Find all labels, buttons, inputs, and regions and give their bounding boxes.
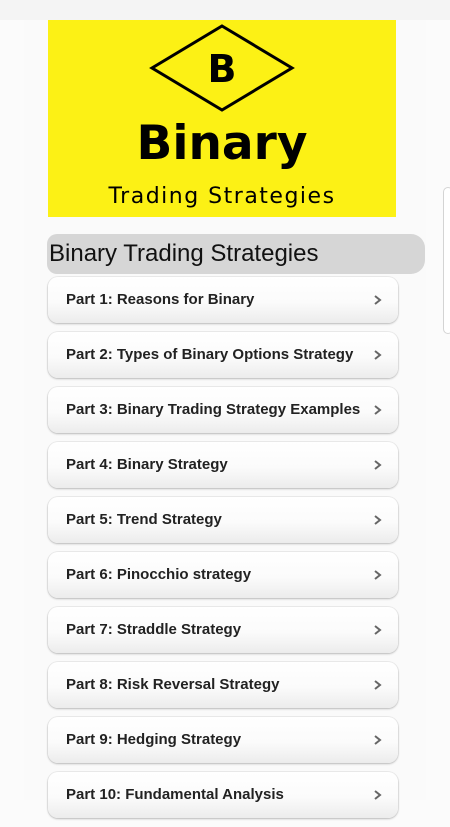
menu-item-part-8[interactable]: Part 8: Risk Reversal Strategy (48, 662, 398, 708)
chevron-right-icon (374, 680, 382, 690)
menu-item-part-1[interactable]: Part 1: Reasons for Binary (48, 277, 398, 323)
banner-image: B Binary Trading Strategies (48, 20, 396, 217)
banner-subtitle: Trading Strategies (108, 184, 336, 209)
menu-item-label: Part 2: Types of Binary Options Strategy (66, 346, 354, 363)
diamond-logo-icon: B (149, 24, 295, 112)
menu-item-part-6[interactable]: Part 6: Pinocchio strategy (48, 552, 398, 598)
menu-item-label: Part 10: Fundamental Analysis (66, 786, 284, 803)
menu-item-part-7[interactable]: Part 7: Straddle Strategy (48, 607, 398, 653)
chevron-right-icon (374, 570, 382, 580)
banner-title: Binary (136, 116, 308, 171)
menu-item-label: Part 9: Hedging Strategy (66, 731, 242, 748)
menu-item-label: Part 1: Reasons for Binary (66, 291, 255, 308)
menu-item-part-9[interactable]: Part 9: Hedging Strategy (48, 717, 398, 763)
menu-item-label: Part 6: Pinocchio strategy (66, 566, 252, 583)
menu-item-part-5[interactable]: Part 5: Trend Strategy (48, 497, 398, 543)
logo-letter: B (208, 47, 237, 91)
chevron-right-icon (374, 735, 382, 745)
chevron-right-icon (374, 350, 382, 360)
menu-item-part-2[interactable]: Part 2: Types of Binary Options Strategy (48, 332, 398, 378)
menu-item-part-10[interactable]: Part 10: Fundamental Analysis (48, 772, 398, 818)
strategy-menu: Part 1: Reasons for Binary Part 2: Types… (48, 277, 398, 827)
menu-item-label: Part 8: Risk Reversal Strategy (66, 676, 280, 693)
menu-item-part-4[interactable]: Part 4: Binary Strategy (48, 442, 398, 488)
menu-item-label: Part 7: Straddle Strategy (66, 621, 242, 638)
chevron-right-icon (374, 790, 382, 800)
chevron-right-icon (374, 460, 382, 470)
menu-item-part-3[interactable]: Part 3: Binary Trading Strategy Examples (48, 387, 398, 433)
top-bar (0, 0, 450, 20)
chevron-right-icon (374, 515, 382, 525)
menu-item-label: Part 4: Binary Strategy (66, 456, 228, 473)
chevron-right-icon (374, 405, 382, 415)
menu-item-label: Part 5: Trend Strategy (66, 511, 222, 528)
section-title: Binary Trading Strategies (47, 234, 425, 274)
chevron-right-icon (374, 295, 382, 305)
chevron-right-icon (374, 625, 382, 635)
menu-item-label: Part 3: Binary Trading Strategy Examples (66, 401, 361, 418)
scrollbar-thumb[interactable] (443, 187, 450, 334)
